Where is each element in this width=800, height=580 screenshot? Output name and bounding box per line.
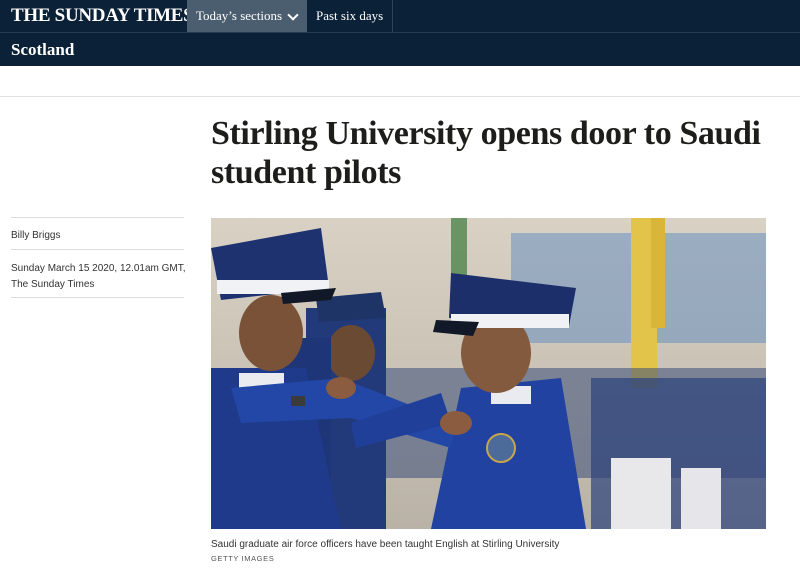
todays-sections-dropdown[interactable]: Today’s sections [187, 0, 307, 32]
author-name[interactable]: Billy Briggs [11, 230, 60, 241]
byline-divider [11, 249, 184, 250]
chevron-down-icon [287, 9, 299, 21]
masthead-logo[interactable]: THE SUNDAY TIMES [11, 5, 194, 27]
article-photo [211, 218, 766, 529]
photo-caption: Saudi graduate air force officers have b… [211, 539, 560, 550]
top-navigation-bar: THE SUNDAY TIMES Today’s sections Past s… [0, 0, 800, 32]
article-dateline: Sunday March 15 2020, 12.01am GMT, The S… [11, 263, 186, 290]
past-six-days-link[interactable]: Past six days [307, 0, 393, 32]
article-headline: Stirling University opens door to Saudi … [211, 115, 761, 191]
divider [0, 96, 800, 97]
section-title[interactable]: Scotland [11, 40, 74, 60]
byline-divider [11, 217, 184, 218]
todays-sections-label: Today’s sections [196, 8, 283, 23]
photo-credit: GETTY IMAGES [211, 554, 275, 563]
byline-divider [11, 297, 184, 298]
section-bar: Scotland [0, 32, 800, 66]
